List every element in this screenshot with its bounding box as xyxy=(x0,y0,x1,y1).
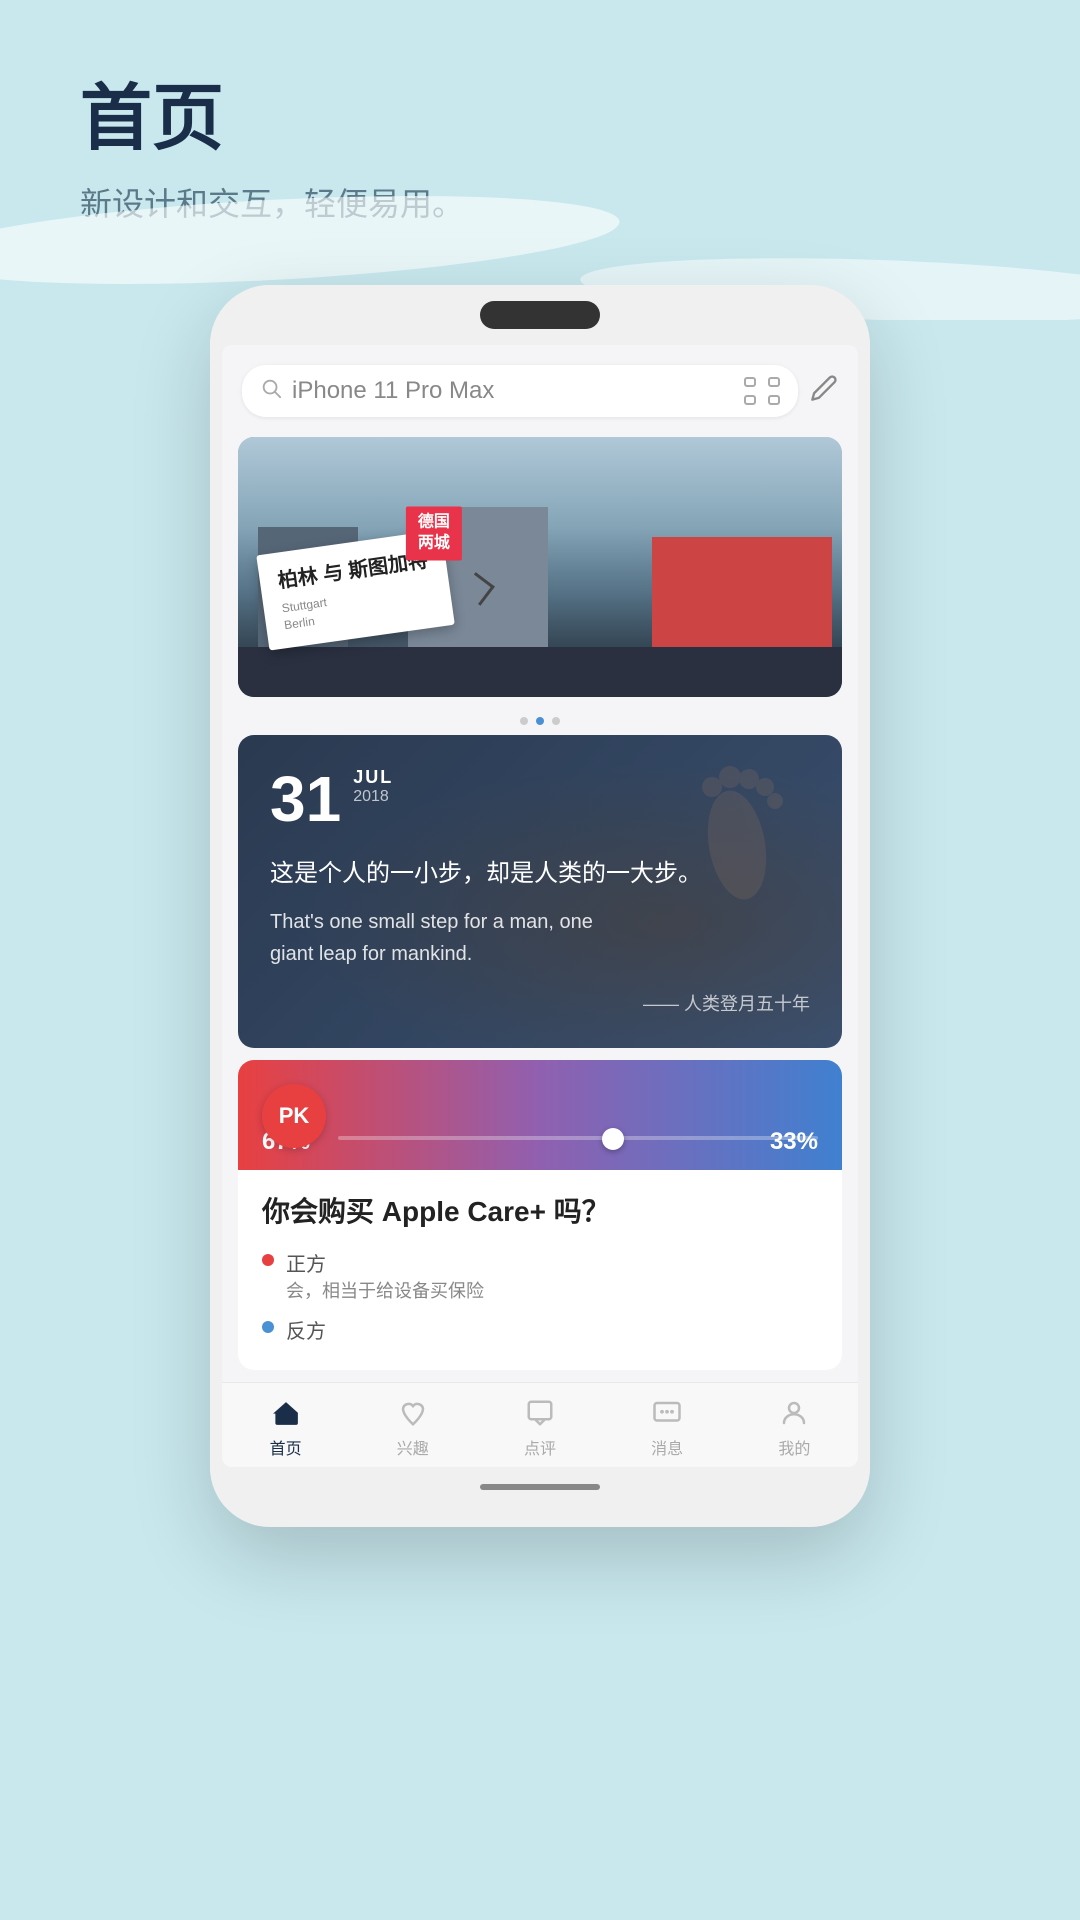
nav-item-review[interactable]: 点评 xyxy=(495,1395,585,1459)
message-icon xyxy=(649,1395,685,1431)
pk-card[interactable]: PK 67% 33% 你会购买 Apple Care+ 吗？ 正方 xyxy=(238,1060,842,1370)
nav-item-profile[interactable]: 我的 xyxy=(749,1395,839,1459)
nav-label-review: 点评 xyxy=(524,1435,556,1459)
review-icon xyxy=(522,1395,558,1431)
edit-icon[interactable] xyxy=(810,374,838,409)
page-title: 首页 xyxy=(80,80,1000,159)
nav-item-message[interactable]: 消息 xyxy=(622,1395,712,1459)
interest-icon xyxy=(395,1395,431,1431)
pk-slider-track xyxy=(338,1136,818,1140)
pk-option-pro-label: 正方 xyxy=(286,1254,326,1276)
pk-option-pro-text: 会，相当于给设备买保险 xyxy=(286,1277,484,1303)
home-icon xyxy=(268,1395,304,1431)
pk-gradient-bar: 67% 33% xyxy=(238,1060,842,1170)
date-header: 31 JUL 2018 xyxy=(270,767,810,831)
dots-indicator xyxy=(222,707,858,735)
date-card[interactable]: 31 JUL 2018 这是个人的一小步，却是人类的一大步。 That's on… xyxy=(238,735,842,1047)
phone-top-bar xyxy=(210,285,870,345)
date-year: 2018 xyxy=(353,788,393,806)
banner-container: 柏林 与 斯图加特 德国两城 StuttgartBerlin xyxy=(222,427,858,707)
bottom-nav: 首页 兴趣 xyxy=(222,1382,858,1467)
search-placeholder: iPhone 11 Pro Max xyxy=(292,377,734,405)
scan-icon[interactable] xyxy=(744,377,780,405)
banner-image[interactable]: 柏林 与 斯图加特 德国两城 StuttgartBerlin xyxy=(238,437,842,697)
pk-slider-thumb[interactable] xyxy=(602,1128,624,1150)
phone-notch xyxy=(480,301,600,329)
pk-question: 你会购买 Apple Care+ 吗？ xyxy=(238,1170,842,1242)
pk-bar-container: PK 67% 33% xyxy=(238,1060,842,1170)
nav-item-home[interactable]: 首页 xyxy=(241,1395,331,1459)
pk-option-con-label: 反方 xyxy=(286,1321,326,1343)
nav-label-profile: 我的 xyxy=(778,1435,810,1459)
nav-label-home: 首页 xyxy=(270,1435,302,1459)
pk-badge: PK xyxy=(262,1084,326,1148)
date-month: JUL xyxy=(353,767,393,788)
phone-mockup: iPhone 11 Pro Max xyxy=(210,285,870,1526)
nav-label-interest: 兴趣 xyxy=(397,1435,429,1459)
search-input-wrapper[interactable]: iPhone 11 Pro Max xyxy=(242,365,798,417)
page-subtitle: 新设计和交互，轻便易用。 xyxy=(80,179,1000,225)
phone-bottom-bar xyxy=(210,1467,870,1507)
dot-1 xyxy=(520,717,528,725)
banner-card-red: 德国两城 xyxy=(406,506,462,560)
pk-option-con[interactable]: 反方 xyxy=(238,1309,842,1350)
profile-icon xyxy=(776,1395,812,1431)
pk-option-dot-blue xyxy=(262,1321,274,1333)
home-indicator xyxy=(480,1484,600,1490)
dot-2 xyxy=(536,717,544,725)
nav-label-message: 消息 xyxy=(651,1435,683,1459)
pk-option-dot-red xyxy=(262,1254,274,1266)
dot-3 xyxy=(552,717,560,725)
search-icon xyxy=(260,377,282,405)
phone-screen: iPhone 11 Pro Max xyxy=(222,345,858,1466)
date-day: 31 xyxy=(270,767,341,831)
pk-option-pro[interactable]: 正方 会，相当于给设备买保险 xyxy=(238,1242,842,1309)
date-quote-cn: 这是个人的一小步，却是人类的一大步。 xyxy=(270,855,810,893)
date-quote-en: That's one small step for a man, onegian… xyxy=(270,906,810,970)
search-bar: iPhone 11 Pro Max xyxy=(222,345,858,427)
pk-right-percent: 33% xyxy=(770,1128,818,1156)
nav-item-interest[interactable]: 兴趣 xyxy=(368,1395,458,1459)
phone-wrapper: iPhone 11 Pro Max xyxy=(0,255,1080,1606)
date-author: —— 人类登月五十年 xyxy=(270,990,810,1016)
page-header: 首页 新设计和交互，轻便易用。 xyxy=(0,0,1080,255)
date-month-year: JUL 2018 xyxy=(353,767,393,814)
